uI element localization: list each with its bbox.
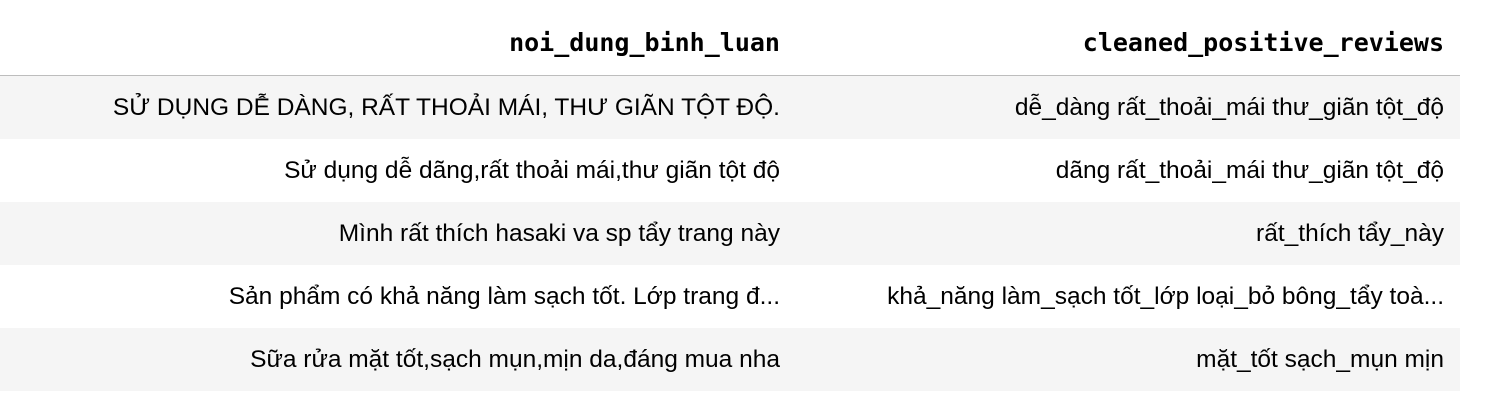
table-row: SỬ DỤNG DỄ DÀNG, RẤT THOẢI MÁI, THƯ GIÃN… — [0, 75, 1460, 139]
table-row: Sữa rửa mặt tốt,sạch mụn,mịn da,đáng mua… — [0, 328, 1460, 391]
dataframe-table: noi_dung_binh_luan cleaned_positive_revi… — [0, 10, 1460, 391]
table-row: Sử dụng dễ dãng,rất thoải mái,thư giãn t… — [0, 139, 1460, 202]
table-cell-review: SỬ DỤNG DỄ DÀNG, RẤT THOẢI MÁI, THƯ GIÃN… — [0, 75, 796, 139]
table-cell-cleaned: dãng rất_thoải_mái thư_giãn tột_độ — [796, 139, 1460, 202]
table-cell-review: Sử dụng dễ dãng,rất thoải mái,thư giãn t… — [0, 139, 796, 202]
table-cell-review: Sản phẩm có khả năng làm sạch tốt. Lớp t… — [0, 265, 796, 328]
table-cell-review: Sữa rửa mặt tốt,sạch mụn,mịn da,đáng mua… — [0, 328, 796, 391]
column-header-noi-dung-binh-luan: noi_dung_binh_luan — [0, 10, 796, 76]
column-header-cleaned-positive-reviews: cleaned_positive_reviews — [796, 10, 1460, 76]
table-cell-cleaned: dễ_dàng rất_thoải_mái thư_giãn tột_độ — [796, 75, 1460, 139]
table-cell-cleaned: mặt_tốt sạch_mụn mịn — [796, 328, 1460, 391]
table-cell-cleaned: rất_thích tẩy_này — [796, 202, 1460, 265]
header-row: noi_dung_binh_luan cleaned_positive_revi… — [0, 10, 1460, 76]
table-cell-cleaned: khả_năng làm_sạch tốt_lớp loại_bỏ bông_t… — [796, 265, 1460, 328]
table-row: Mình rất thích hasaki va sp tẩy trang nà… — [0, 202, 1460, 265]
table-body: SỬ DỤNG DỄ DÀNG, RẤT THOẢI MÁI, THƯ GIÃN… — [0, 75, 1460, 391]
table-cell-review: Mình rất thích hasaki va sp tẩy trang nà… — [0, 202, 796, 265]
table-row: Sản phẩm có khả năng làm sạch tốt. Lớp t… — [0, 265, 1460, 328]
table-header: noi_dung_binh_luan cleaned_positive_revi… — [0, 10, 1460, 76]
